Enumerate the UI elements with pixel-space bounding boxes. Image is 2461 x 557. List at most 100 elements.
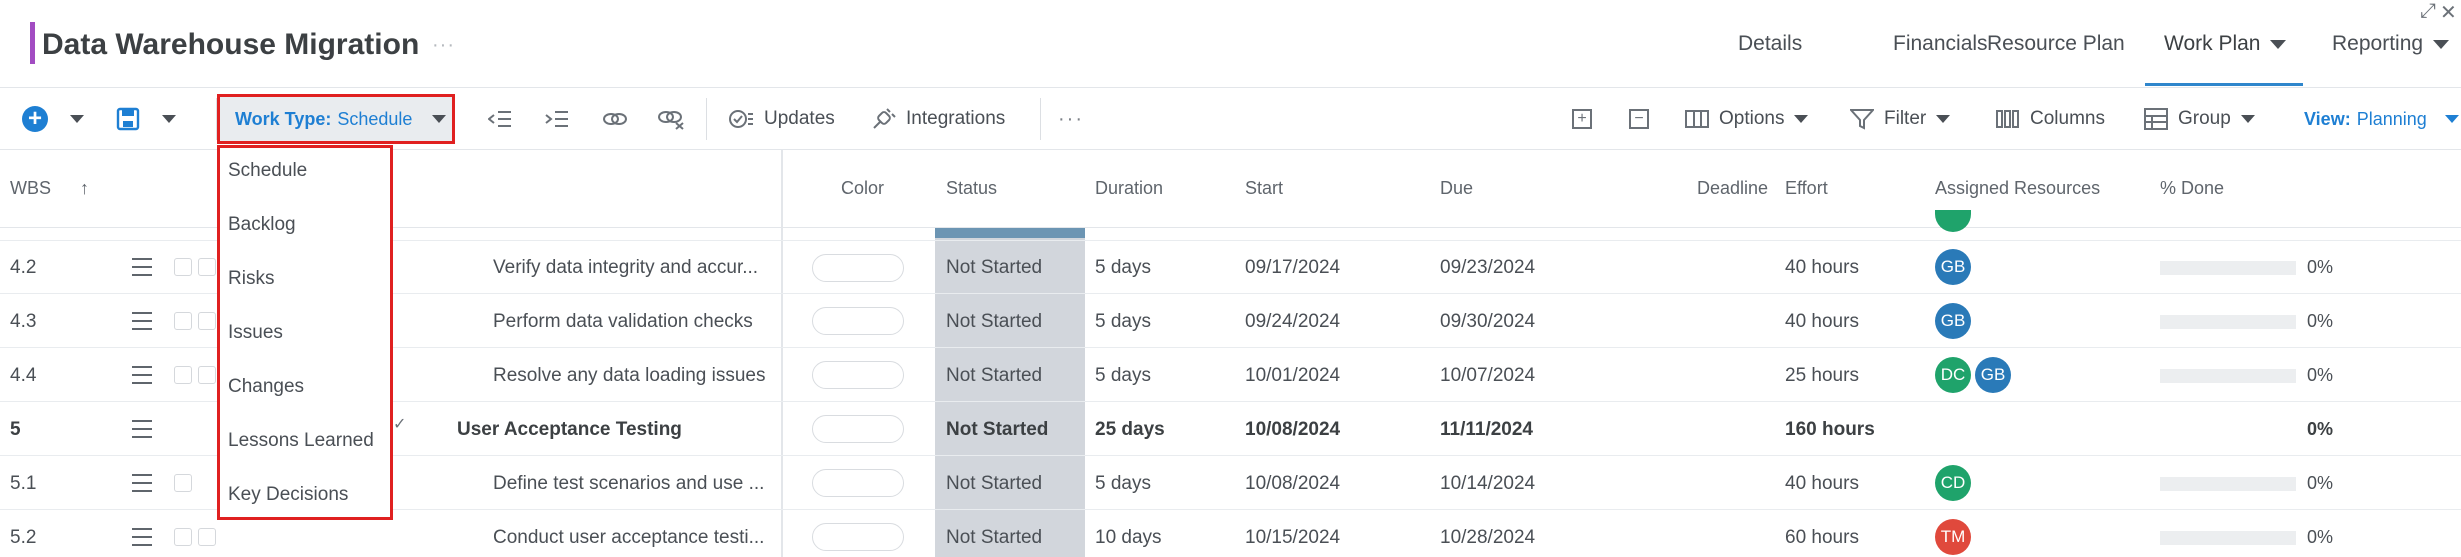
view-selector[interactable]: View: Planning (2304, 88, 2459, 150)
row-menu-icon[interactable] (132, 420, 152, 438)
due-cell[interactable]: 10/28/2024 (1440, 527, 1535, 549)
attachment-icon[interactable] (198, 528, 216, 546)
menu-item-risks[interactable]: Risks (228, 268, 274, 290)
avatar[interactable]: DC (1935, 357, 1971, 393)
sort-ascending-icon[interactable]: ↑ (80, 178, 89, 199)
start-cell[interactable]: 10/01/2024 (1245, 365, 1340, 387)
row-menu-icon[interactable] (132, 312, 152, 330)
save-button[interactable] (116, 88, 176, 150)
due-cell[interactable]: 09/23/2024 (1440, 257, 1535, 279)
expand-icon[interactable]: ⤢ (2420, 0, 2436, 23)
row-menu-icon[interactable] (132, 528, 152, 546)
avatar[interactable]: GB (1935, 249, 1971, 285)
status-cell[interactable]: Not Started (946, 311, 1042, 333)
status-cell[interactable]: Not Started (946, 527, 1042, 549)
attachment-icon[interactable] (198, 312, 216, 330)
tab-financials[interactable]: Financials (1893, 32, 1988, 56)
comment-icon[interactable] (174, 474, 192, 492)
due-cell[interactable]: 11/11/2024 (1440, 419, 1533, 441)
menu-item-schedule[interactable]: Schedule (228, 160, 307, 182)
menu-item-changes[interactable]: Changes (228, 376, 304, 398)
due-cell[interactable]: 10/14/2024 (1440, 473, 1535, 495)
task-name-cell[interactable]: Define test scenarios and use ... (493, 473, 764, 495)
comment-icon[interactable] (174, 366, 192, 384)
column-header-assigned-resources[interactable]: Assigned Resources (1935, 178, 2100, 199)
outdent-button[interactable] (488, 88, 512, 150)
collapse-chevron-icon[interactable]: ✓ (393, 414, 406, 434)
link-button[interactable] (602, 88, 628, 150)
updates-button[interactable]: Updates (728, 88, 835, 150)
status-cell[interactable]: Not Started (946, 473, 1042, 495)
due-cell[interactable]: 09/30/2024 (1440, 311, 1535, 333)
effort-cell[interactable]: 25 hours (1785, 365, 1859, 387)
task-name-cell[interactable]: User Acceptance Testing (457, 419, 682, 441)
effort-cell[interactable]: 40 hours (1785, 257, 1859, 279)
avatar[interactable]: GB (1935, 303, 1971, 339)
start-cell[interactable]: 10/15/2024 (1245, 527, 1340, 549)
due-cell[interactable]: 10/07/2024 (1440, 365, 1535, 387)
tab-details[interactable]: Details (1738, 32, 1802, 56)
row-menu-icon[interactable] (132, 366, 152, 384)
duration-cell[interactable]: 25 days (1095, 419, 1165, 441)
grid-split-divider[interactable] (781, 150, 783, 557)
close-icon[interactable]: ✕ (2440, 0, 2457, 25)
duration-cell[interactable]: 5 days (1095, 365, 1151, 387)
more-icon[interactable]: ··· (1058, 88, 1084, 150)
duration-cell[interactable]: 5 days (1095, 257, 1151, 279)
row-menu-icon[interactable] (132, 474, 152, 492)
tab-reporting[interactable]: Reporting (2332, 32, 2450, 56)
comment-icon[interactable] (174, 528, 192, 546)
group-button[interactable]: Group (2144, 88, 2255, 150)
project-more-icon[interactable]: ··· (432, 34, 455, 57)
unlink-button[interactable] (657, 88, 685, 150)
options-button[interactable]: Options (1685, 88, 1809, 150)
columns-button[interactable]: Columns (1996, 88, 2105, 150)
task-name-cell[interactable]: Verify data integrity and accur... (493, 257, 758, 279)
menu-item-key-decisions[interactable]: Key Decisions (228, 484, 348, 506)
status-cell[interactable]: Not Started (946, 419, 1048, 441)
color-picker[interactable] (812, 307, 904, 335)
avatar[interactable]: GB (1975, 357, 2011, 393)
column-header-color[interactable]: Color (841, 178, 884, 199)
effort-cell[interactable]: 40 hours (1785, 473, 1859, 495)
color-picker[interactable] (812, 523, 904, 551)
task-name-cell[interactable]: Perform data validation checks (493, 311, 753, 333)
column-header-wbs[interactable]: WBS (10, 178, 51, 199)
indent-button[interactable] (545, 88, 569, 150)
comment-icon[interactable] (174, 258, 192, 276)
menu-item-lessons-learned[interactable]: Lessons Learned (228, 430, 374, 452)
task-name-cell[interactable]: Resolve any data loading issues (493, 365, 766, 387)
status-cell[interactable]: Not Started (946, 365, 1042, 387)
start-cell[interactable]: 10/08/2024 (1245, 419, 1340, 441)
task-name-cell[interactable]: Conduct user acceptance testi... (493, 527, 764, 549)
effort-cell[interactable]: 40 hours (1785, 311, 1859, 333)
tab-resource-plan[interactable]: Resource Plan (1987, 32, 2125, 56)
menu-item-issues[interactable]: Issues (228, 322, 283, 344)
duration-cell[interactable]: 5 days (1095, 473, 1151, 495)
row-menu-icon[interactable] (132, 258, 152, 276)
menu-item-backlog[interactable]: Backlog (228, 214, 296, 236)
attachment-icon[interactable] (198, 258, 216, 276)
integrations-button[interactable]: Integrations (870, 88, 1005, 150)
avatar[interactable]: TM (1935, 519, 1971, 555)
color-picker[interactable] (812, 361, 904, 389)
column-header-duration[interactable]: Duration (1095, 178, 1163, 199)
duration-cell[interactable]: 5 days (1095, 311, 1151, 333)
collapse-all-button[interactable]: − (1629, 88, 1649, 150)
color-picker[interactable] (812, 415, 904, 443)
column-header-deadline[interactable]: Deadline (1697, 178, 1768, 199)
color-picker[interactable] (812, 254, 904, 282)
work-type-selector[interactable]: Work Type: Schedule (217, 94, 455, 144)
expand-all-button[interactable]: + (1572, 88, 1592, 150)
tab-work-plan[interactable]: Work Plan (2164, 32, 2287, 56)
attachment-icon[interactable] (198, 366, 216, 384)
duration-cell[interactable]: 10 days (1095, 527, 1162, 549)
start-cell[interactable]: 09/24/2024 (1245, 311, 1340, 333)
comment-icon[interactable] (174, 312, 192, 330)
effort-cell[interactable]: 60 hours (1785, 527, 1859, 549)
filter-button[interactable]: Filter (1850, 88, 1951, 150)
column-header-effort[interactable]: Effort (1785, 178, 1828, 199)
avatar[interactable]: CD (1935, 465, 1971, 501)
start-cell[interactable]: 09/17/2024 (1245, 257, 1340, 279)
status-cell[interactable]: Not Started (946, 257, 1042, 279)
